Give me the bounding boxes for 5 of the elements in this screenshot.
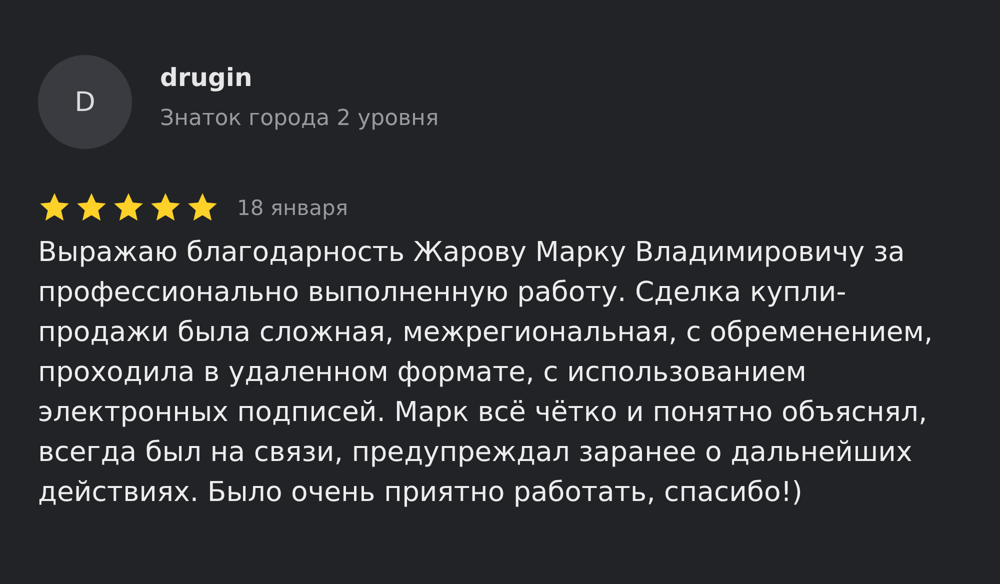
- author-level: Знаток города 2 уровня: [160, 106, 439, 131]
- author-name: drugin: [160, 63, 254, 92]
- review-text: Выражаю благодарность Жарову Марку Владимировичу за профессионально выполненную работу. Сделка купли-продажи была сложная, межрегиональная, с обременением, проходила в удаленном формате, с использованием электронных подписей. Марк всё чётко и понятно объяснял, всегда был на связи, предупреждал заранее о дальнейших действиях. Было очень приятно работать, спасибо!): [38, 235, 934, 510]
- review-date: 18 января: [237, 196, 348, 220]
- avatar: D: [38, 55, 132, 149]
